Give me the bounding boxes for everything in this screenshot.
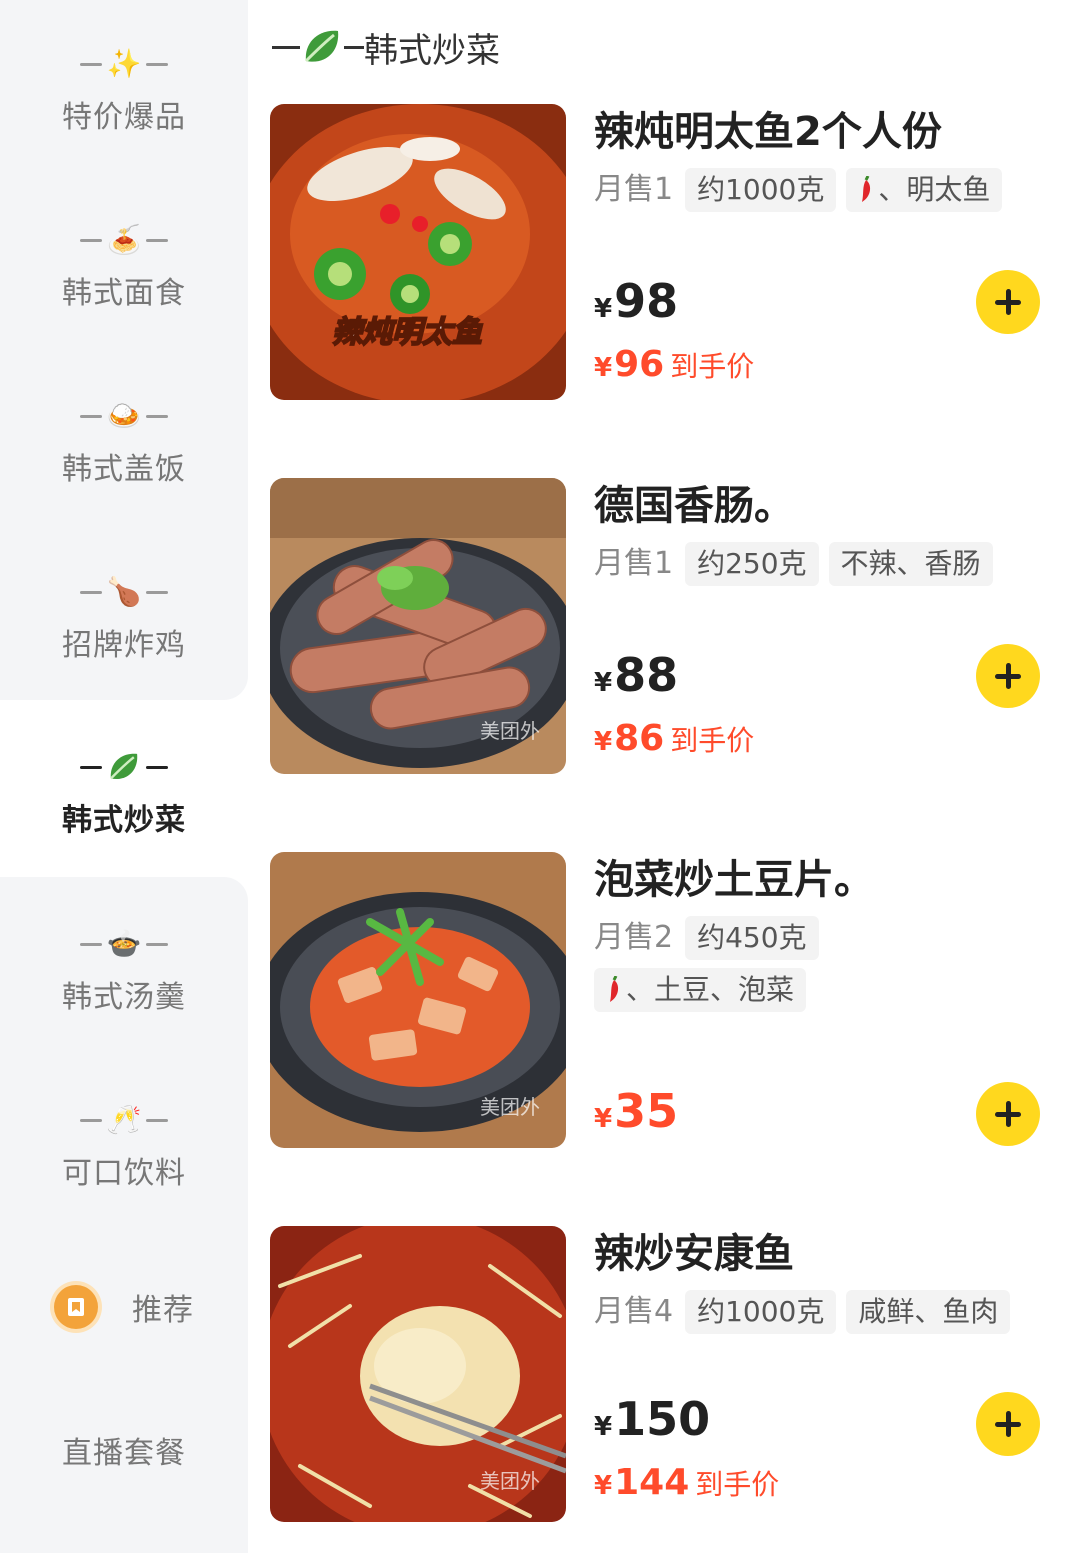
- sidebar-item-label: 推荐: [132, 1293, 194, 1328]
- tag-weight: 约1000克: [685, 168, 837, 212]
- tag-flavor: 咸鲜、鱼肉: [846, 1290, 1011, 1334]
- watermark: 美团外: [480, 1469, 540, 1493]
- sidebar-item-stir-fry[interactable]: 韩式炒菜: [0, 745, 248, 845]
- deal-price: ¥144 到手价: [594, 1462, 780, 1503]
- product-image[interactable]: 美团外: [270, 1226, 566, 1522]
- sidebar-item-label: 韩式盖饭: [62, 452, 186, 487]
- sidebar-item-noodles[interactable]: 🍝 韩式面食: [0, 218, 248, 318]
- deal-price: ¥86 到手价: [594, 718, 755, 759]
- monthly-sales: 月售4: [594, 1294, 674, 1329]
- tag-weight: 约1000克: [685, 1290, 837, 1334]
- tag-weight: 约450克: [685, 916, 819, 960]
- add-to-cart-button[interactable]: [976, 270, 1040, 334]
- chili-pepper-icon: [610, 976, 619, 1002]
- add-to-cart-button[interactable]: [976, 1392, 1040, 1456]
- sidebar-item-rice-bowls[interactable]: 🍛 韩式盖饭: [0, 394, 248, 494]
- product-image[interactable]: 辣炖明太鱼: [270, 104, 566, 400]
- chicken-leg-icon: 🍗: [106, 575, 142, 608]
- product-card[interactable]: 辣炖明太鱼 辣炖明太鱼2个人份 月售1 约1000克 、明太鱼 ¥98 ¥96 到…: [270, 104, 1060, 404]
- product-image[interactable]: 美团外: [270, 478, 566, 774]
- price: ¥35: [594, 1084, 679, 1138]
- tag-flavor: 、土豆、泡菜: [594, 968, 807, 1012]
- sidebar-item-soups[interactable]: 🍲 韩式汤羹: [0, 922, 248, 1022]
- sidebar-item-label: 可口饮料: [62, 1156, 186, 1191]
- product-name: 辣炒安康鱼: [594, 1231, 794, 1277]
- product-name: 辣炖明太鱼2个人份: [594, 109, 942, 155]
- add-to-cart-button[interactable]: [976, 1082, 1040, 1146]
- sidebar-item-label: 韩式炒菜: [62, 803, 186, 838]
- sidebar-item-label: 特价爆品: [62, 100, 186, 135]
- sidebar-item-label: 韩式面食: [62, 276, 186, 311]
- sparkles-icon: ✨: [106, 47, 142, 80]
- section-title: 韩式炒菜: [272, 22, 500, 72]
- tag-flavor: 、明太鱼: [846, 168, 1003, 212]
- leafy-green-icon: [106, 749, 142, 785]
- sidebar-item-label: 招牌炸鸡: [62, 628, 186, 663]
- monthly-sales: 月售1: [594, 546, 674, 581]
- section-title-text: 韩式炒菜: [364, 30, 500, 71]
- chili-pepper-icon: [862, 176, 871, 202]
- sidebar-item-label: 韩式汤羹: [62, 980, 186, 1015]
- product-image[interactable]: 美团外: [270, 852, 566, 1148]
- product-name: 泡菜炒土豆片。: [594, 857, 874, 903]
- sidebar-item-label: 直播套餐: [62, 1436, 186, 1471]
- tag-flavor: 不辣、香肠: [828, 542, 993, 586]
- category-sidebar: ✨ 特价爆品 🍝 韩式面食 🍛 韩式盖饭 🍗 招牌炸鸡 韩式炒菜 🍲 韩式汤羹 …: [0, 0, 248, 1553]
- product-card[interactable]: 美团外 辣炒安康鱼 月售4 约1000克 咸鲜、鱼肉 ¥150 ¥144 到手价: [270, 1226, 1060, 1526]
- watermark: 美团外: [480, 719, 540, 743]
- sidebar-item-recommend[interactable]: 推荐: [0, 1284, 248, 1330]
- sidebar-item-fried-chicken[interactable]: 🍗 招牌炸鸡: [0, 570, 248, 670]
- product-card[interactable]: 美团外 德国香肠。 月售1 约250克 不辣、香肠 ¥88 ¥86 到手价: [270, 478, 1060, 778]
- noodle-bowl-icon: 🍝: [106, 223, 142, 256]
- clinking-glasses-icon: 🥂: [106, 1103, 142, 1136]
- sidebar-item-drinks[interactable]: 🥂 可口饮料: [0, 1098, 248, 1198]
- original-price: ¥98: [594, 274, 679, 328]
- original-price: ¥150: [594, 1392, 711, 1446]
- leafy-green-icon: [304, 30, 339, 63]
- sidebar-item-live-combo[interactable]: 直播套餐: [0, 1428, 248, 1474]
- product-name: 德国香肠。: [594, 483, 794, 529]
- soup-bowl-icon: 🍲: [106, 927, 142, 960]
- image-caption: 辣炖明太鱼: [332, 315, 483, 350]
- add-to-cart-button[interactable]: [976, 644, 1040, 708]
- monthly-sales: 月售1: [594, 172, 674, 207]
- curry-rice-icon: 🍛: [106, 399, 142, 432]
- product-card[interactable]: 美团外 泡菜炒土豆片。 月售2 约450克 、土豆、泡菜 ¥35: [270, 852, 1060, 1152]
- sidebar-item-specials[interactable]: ✨ 特价爆品: [0, 42, 248, 142]
- deal-price: ¥96 到手价: [594, 344, 755, 385]
- monthly-sales: 月售2: [594, 920, 674, 955]
- watermark: 美团外: [480, 1095, 540, 1119]
- recommend-bookmark-icon: [54, 1285, 98, 1329]
- tag-weight: 约250克: [685, 542, 819, 586]
- original-price: ¥88: [594, 648, 679, 702]
